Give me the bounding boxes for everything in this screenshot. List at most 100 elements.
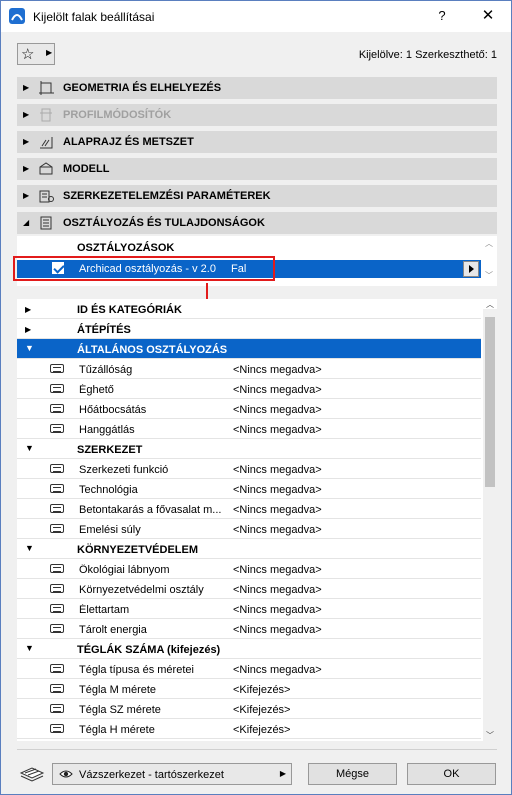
property-row[interactable]: Technológia <Nincs megadva> <box>17 479 481 499</box>
property-row[interactable]: Ökológiai lábnyom <Nincs megadva> <box>17 559 481 579</box>
property-row[interactable]: Tégla M mérete <Kifejezés> <box>17 679 481 699</box>
property-row[interactable]: Betontakarás a fővasalat m... <Nincs mega… <box>17 499 481 519</box>
structural-view-dropdown[interactable]: Vázszerkezet - tartószerkezet ▶ <box>52 763 292 785</box>
property-name: Hanggátlás <box>79 424 135 436</box>
property-link-icon <box>50 484 64 493</box>
structural-view-label: Vázszerkezet - tartószerkezet <box>79 769 224 781</box>
scroll-up-icon[interactable]: ︿ <box>485 238 493 249</box>
property-group-label: ÁTÉPÍTÉS <box>77 324 131 336</box>
properties-panel: ▶ ID ÉS KATEGÓRIÁK ▶ ÁTÉPÍTÉS ▼ ÁLTALÁNOS OSZ… <box>17 299 497 741</box>
favorites-button[interactable]: ☆ ▶ <box>17 43 55 65</box>
property-name: Tégla H mérete <box>79 724 155 736</box>
help-button[interactable]: ? <box>431 6 453 26</box>
chevron-right-icon[interactable]: ▶ <box>25 305 31 314</box>
scroll-down-icon[interactable]: ﹀ <box>485 270 493 281</box>
section-header[interactable]: ▶ PROFILMÓDOSÍTÓK <box>17 104 497 126</box>
property-link-icon <box>50 424 64 433</box>
title-bar: Kijelölt falak beállításai ? ✕ <box>1 1 511 32</box>
section-header[interactable]: ▶ GEOMETRIA ÉS ELHELYEZÉS <box>17 77 497 99</box>
property-value[interactable]: <Nincs megadva> <box>233 524 322 536</box>
scrollbar-thumb[interactable] <box>485 317 495 487</box>
selection-info: Kijelölve: 1 Szerkeszthető: 1 <box>358 49 497 61</box>
chevron-right-icon[interactable]: ▶ <box>23 137 29 146</box>
chevron-down-icon[interactable]: ▼ <box>25 343 34 353</box>
property-group[interactable]: ▶ ÁTÉPÍTÉS <box>17 319 481 339</box>
property-group[interactable]: ▼ TÉGLÁK SZÁMA (kifejezés) <box>17 639 481 659</box>
section-label: ALAPRAJZ ÉS METSZET <box>63 136 194 148</box>
layer-icon[interactable] <box>19 765 45 783</box>
window-title: Kijelölt falak beállításai <box>33 10 155 24</box>
property-value[interactable]: <Nincs megadva> <box>233 604 322 616</box>
property-value[interactable]: <Nincs megadva> <box>233 384 322 396</box>
property-row[interactable]: Élettartam <Nincs megadva> <box>17 599 481 619</box>
property-row[interactable]: Tűzállóság <Nincs megadva> <box>17 359 481 379</box>
property-group[interactable]: ▼ SZERKEZET <box>17 439 481 459</box>
property-row[interactable]: Éghető <Nincs megadva> <box>17 379 481 399</box>
property-link-icon <box>50 384 64 393</box>
property-group[interactable]: ▼ KÖRNYEZETVÉDELEM <box>17 539 481 559</box>
property-name: Technológia <box>79 484 138 496</box>
property-value[interactable]: <Nincs megadva> <box>233 364 322 376</box>
property-link-icon <box>50 624 64 633</box>
property-value[interactable]: <Nincs megadva> <box>233 464 322 476</box>
archicad-logo-icon <box>9 8 25 24</box>
section-label: SZERKEZETELEMZÉSI PARAMÉTEREK <box>63 190 271 202</box>
property-value[interactable]: <Nincs megadva> <box>233 564 322 576</box>
property-row[interactable]: Hanggátlás <Nincs megadva> <box>17 419 481 439</box>
property-row[interactable]: Tégla H mérete <Kifejezés> <box>17 719 481 739</box>
property-value[interactable]: <Kifejezés> <box>233 724 290 736</box>
section-label: GEOMETRIA ÉS ELHELYEZÉS <box>63 82 222 94</box>
property-value[interactable]: <Nincs megadva> <box>233 664 322 676</box>
properties-scrollbar[interactable]: ︿ ﹀ <box>483 300 497 741</box>
property-value[interactable]: <Nincs megadva> <box>233 404 322 416</box>
property-row[interactable]: Emelési súly <Nincs megadva> <box>17 519 481 539</box>
section-label: MODELL <box>63 163 110 175</box>
chevron-down-icon[interactable]: ▼ <box>25 543 34 553</box>
property-name: Hőátbocsátás <box>79 404 147 416</box>
eye-icon <box>59 770 73 778</box>
property-row[interactable]: Környezetvédelmi osztály <Nincs megadva> <box>17 579 481 599</box>
section-header[interactable]: ▶ ALAPRAJZ ÉS METSZET <box>17 131 497 153</box>
chevron-right-icon: ▶ <box>46 48 53 57</box>
property-name: Élettartam <box>79 604 130 616</box>
property-link-icon <box>50 704 64 713</box>
section-header[interactable]: ▶ MODELL <box>17 158 497 180</box>
property-link-icon <box>50 404 64 413</box>
property-row[interactable]: Szerkezeti funkció <Nincs megadva> <box>17 459 481 479</box>
property-row[interactable]: Tégla SZ mérete <Kifejezés> <box>17 699 481 719</box>
chevron-down-icon[interactable]: ◢ <box>23 218 29 227</box>
property-value[interactable]: <Nincs megadva> <box>233 624 322 636</box>
property-value[interactable]: <Nincs megadva> <box>233 584 322 596</box>
scroll-up-icon[interactable]: ︿ <box>486 299 494 310</box>
property-link-icon <box>50 584 64 593</box>
property-group[interactable]: ▶ ID ÉS KATEGÓRIÁK <box>17 299 481 319</box>
chevron-right-icon[interactable]: ▶ <box>25 325 31 334</box>
close-button[interactable]: ✕ <box>477 6 499 26</box>
property-link-icon <box>50 664 64 673</box>
property-value[interactable]: <Nincs megadva> <box>233 484 322 496</box>
property-value[interactable]: <Kifejezés> <box>233 704 290 716</box>
chevron-right-icon[interactable]: ▶ <box>23 164 29 173</box>
property-value[interactable]: <Nincs megadva> <box>233 504 322 516</box>
chevron-right-icon[interactable]: ▶ <box>23 83 29 92</box>
ok-button[interactable]: OK <box>407 763 496 785</box>
property-value[interactable]: <Kifejezés> <box>233 684 290 696</box>
classification-picker-button[interactable] <box>463 261 479 277</box>
section-header[interactable]: ◢ OSZTÁLYOZÁS ÉS TULAJDONSÁGOK <box>17 212 497 234</box>
classifications-scrollbar[interactable]: ︿ ﹀ <box>483 236 497 286</box>
property-row[interactable]: Hőátbocsátás <Nincs megadva> <box>17 399 481 419</box>
chevron-right-icon[interactable]: ▶ <box>23 191 29 200</box>
row-divider <box>17 738 481 739</box>
section-header[interactable]: ▶ SZERKEZETELEMZÉSI PARAMÉTEREK <box>17 185 497 207</box>
scroll-down-icon[interactable]: ﹀ <box>486 730 494 741</box>
footer-divider <box>17 749 497 750</box>
property-row[interactable]: Tégla típusa és méretei <Nincs megadva> <box>17 659 481 679</box>
chevron-down-icon[interactable]: ▼ <box>25 443 34 453</box>
cancel-button[interactable]: Mégse <box>308 763 397 785</box>
property-row[interactable]: Tárolt energia <Nincs megadva> <box>17 619 481 639</box>
chevron-down-icon[interactable]: ▼ <box>25 643 34 653</box>
property-group[interactable]: ▼ ÁLTALÁNOS OSZTÁLYOZÁS <box>17 339 481 359</box>
chevron-right-icon[interactable]: ▶ <box>23 110 29 119</box>
property-value[interactable]: <Nincs megadva> <box>233 424 322 436</box>
geometry-icon <box>39 81 54 95</box>
